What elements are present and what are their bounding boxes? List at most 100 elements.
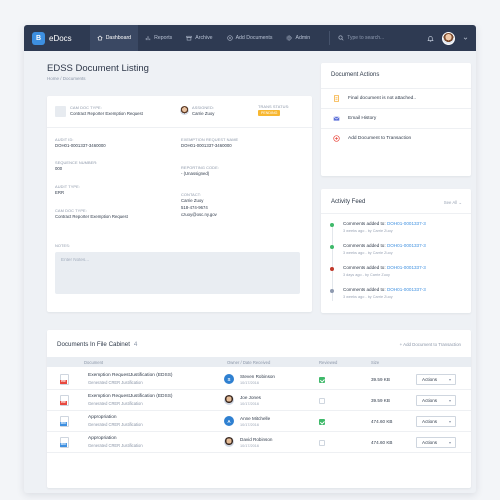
nav-reports[interactable]: Reports [138,25,179,51]
contact-phone: 518-474-9674 [181,205,208,210]
file-name[interactable]: Exemption RequestJustification (EDSS) [88,373,173,378]
col-document: Document [84,360,104,365]
actions-dropdown[interactable]: Actions [416,416,456,427]
audit-type-value: ERR [55,190,65,195]
action-label: Final document is not attached.. [348,96,416,101]
actions-label: Actions [422,440,438,445]
reporting-code-value: - (Unassigned) [181,171,210,176]
page-title: EDSS Document Listing [47,63,149,74]
file-type: DOC [60,422,67,426]
feed-link[interactable]: DOH01-0001337-3 [387,221,426,226]
doc-file-icon: DOC [60,437,69,448]
table-row[interactable]: DOC Appropriation Generated CRER Justifi… [47,411,471,432]
file-subtitle: Generated CRER Justification [88,380,143,385]
actions-label: Actions [422,419,438,424]
app-window: B eDocs Dashboard Reports Archive Add Do… [24,25,476,493]
chevron-down-icon [449,379,451,381]
chevron-down-icon: ⌄ [458,200,462,205]
audit-id-value: DOH01-0001337-3460000 [55,143,106,148]
app-name: eDocs [49,33,72,43]
feed-prefix: Comments added to: [343,287,386,292]
contact-label: CONTACT: [181,192,201,197]
file-name[interactable]: Appropriation [88,415,117,420]
date-received: 10/17/2016 [240,423,260,427]
home-icon [97,35,103,41]
nav-archive[interactable]: Archive [179,25,219,51]
actions-dropdown[interactable]: Actions [416,395,456,406]
file-subtitle: Generated CRER Justification [88,443,143,448]
feed-text: Comments added to: DOH01-0001337-3 [343,287,426,292]
action-final-document[interactable]: Final document is not attached.. [321,88,471,108]
chevron-down-icon [449,400,451,402]
actions-dropdown[interactable]: Actions [416,437,456,448]
file-size: 39.59 KB [371,398,390,403]
table-row[interactable]: PDF Exemption RequestJustification (EDSS… [47,369,471,390]
sequence-label: SEQUENCE NUMBER: [55,160,98,165]
see-all-link[interactable]: See All ⌄ [444,200,462,206]
reviewed-checkbox[interactable] [319,440,325,446]
actions-label: Actions [422,377,438,382]
owner-name: Steven Robinson [240,374,275,379]
feed-link[interactable]: DOH01-0001337-3 [387,265,426,270]
top-navbar: B eDocs Dashboard Reports Archive Add Do… [24,25,476,51]
user-avatar[interactable] [442,31,455,45]
chevron-down-icon[interactable] [463,36,468,41]
bell-icon[interactable] [427,35,434,42]
nav-label: Add Documents [235,35,273,41]
feed-item: Comments added to: DOH01-0001337-3 3 wee… [330,221,465,239]
plus-circle-icon [333,135,340,142]
nav-add-documents[interactable]: Add Documents [220,25,280,51]
feed-meta: 3 weeks ago - by Carrie Zuoy [343,251,393,255]
archive-icon [186,35,192,41]
feed-link[interactable]: DOH01-0001337-3 [387,243,426,248]
assignee-avatar [180,106,189,115]
table-row[interactable]: DOC Appropriation Generated CRER Justifi… [47,432,471,453]
cam-doc-type-label: CAM DOC TYPE: [55,208,87,213]
action-add-document[interactable]: Add Document to Transaction [321,128,471,148]
actions-dropdown[interactable]: Actions [416,374,456,385]
reviewed-checkbox[interactable] [319,398,325,404]
search-box [329,31,418,45]
contact-name: Carrie Zuoy [181,198,204,203]
breadcrumb[interactable]: Home / Documents [47,76,86,81]
action-label: Add Document to Transaction [348,136,412,141]
search-input[interactable] [347,35,418,41]
chevron-down-icon [449,421,451,423]
exemption-value: DOH01-0001337-3460000 [181,143,232,148]
reviewed-checkbox[interactable] [319,419,325,425]
reporting-code-label: REPORTING CODE: [181,165,219,170]
file-name[interactable]: Appropriation [88,436,117,441]
exemption-label: EXEMPTION REQUEST NAME [181,137,239,142]
table-row[interactable]: PDF Exemption RequestJustification (EDSS… [47,390,471,411]
col-reviewed: Reviewed [319,360,338,365]
cam-doc-type-value: Contract Reporter Exemption Request [55,214,128,219]
document-type-icon [55,106,66,117]
contact-email[interactable]: czuoy@osc.ny.gov [181,212,217,217]
feed-link[interactable]: DOH01-0001337-3 [387,287,426,292]
feed-text: Comments added to: DOH01-0001337-3 [343,221,426,226]
doc-type-label: CAM DOC TYPE: [70,105,102,110]
action-email-history[interactable]: Email History [321,108,471,128]
status-dot [330,267,334,271]
file-name[interactable]: Exemption RequestJustification (EDSS) [88,394,173,399]
add-document-link[interactable]: + Add Document to Transaction [400,342,461,347]
col-size: Size [371,360,380,365]
doc-file-icon: DOC [60,416,69,427]
see-all-label: See All [443,200,458,205]
notes-label: NOTES: [55,243,71,248]
nav-dashboard[interactable]: Dashboard [89,25,139,51]
gear-icon [286,35,293,41]
status-badge: PENDING [258,110,281,116]
file-size: 474.60 KB [371,440,393,445]
col-owner: Owner / Date Received [227,360,271,365]
doc-type-value: Contract Reporter Exemption Request [70,111,143,116]
file-size: 474.60 KB [371,419,393,424]
plus-circle-icon [226,35,233,41]
logo-mark: B [32,31,45,45]
divider [321,213,471,214]
notes-field[interactable] [55,252,300,294]
nav-admin[interactable]: Admin [279,25,317,51]
reviewed-checkbox[interactable] [319,377,325,383]
owner-name: Joe Jones [240,395,261,400]
app-logo[interactable]: B eDocs [32,31,72,45]
